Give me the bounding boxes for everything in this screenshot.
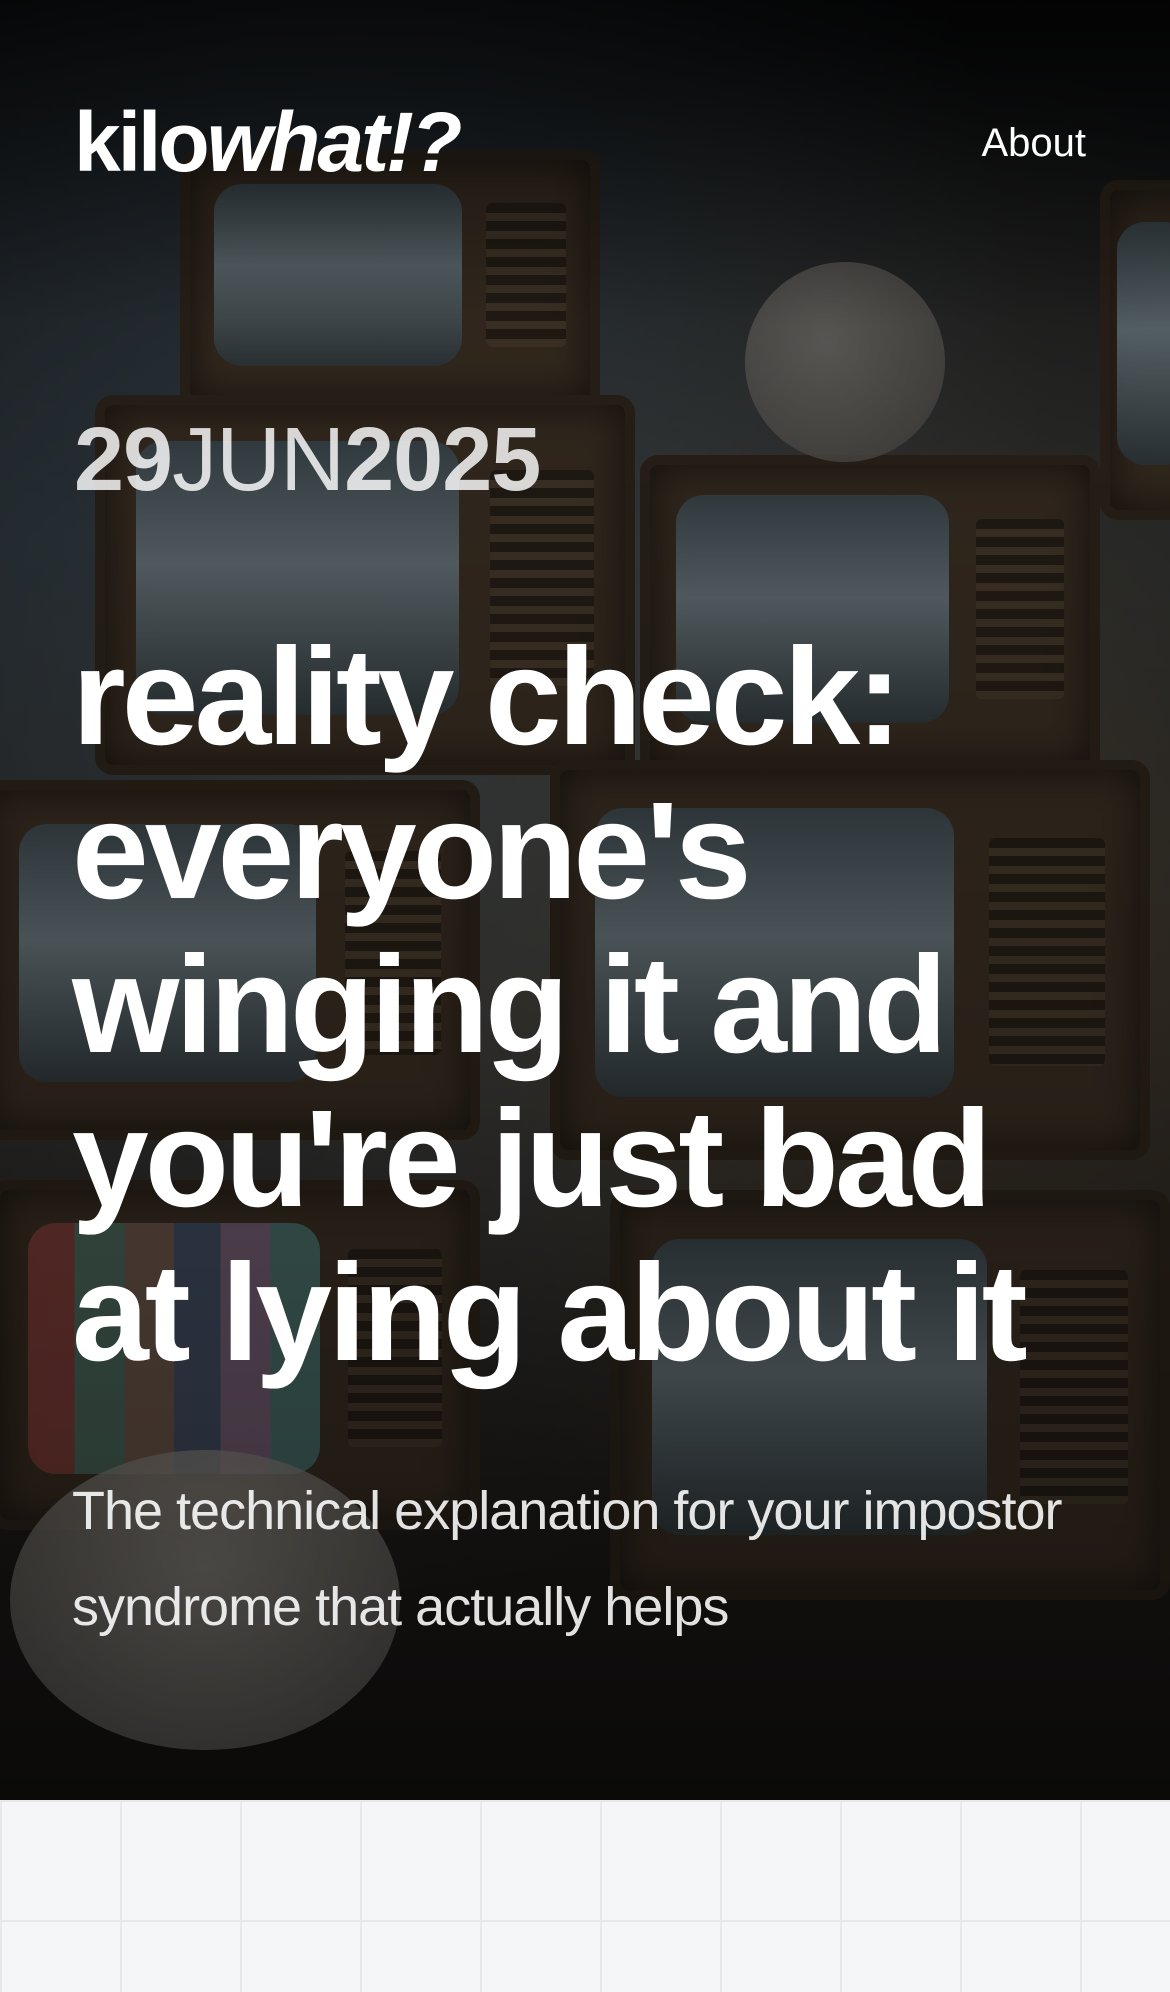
site-header: kilowhat!? About bbox=[74, 92, 1086, 192]
content-grid-background bbox=[0, 1800, 1170, 1992]
post-title: reality check: everyone's winging it and… bbox=[72, 620, 1028, 1390]
post-date-month: JUN bbox=[172, 410, 345, 510]
post-date-day: 29 bbox=[74, 410, 173, 510]
logo-text-what: what!? bbox=[206, 95, 463, 189]
post-date: 29JUN2025 bbox=[74, 410, 541, 510]
site-logo[interactable]: kilowhat!? bbox=[74, 92, 463, 192]
nav-about-link[interactable]: About bbox=[981, 118, 1086, 168]
logo-text-kilo: kilo bbox=[74, 95, 210, 189]
post-subtitle: The technical explanation for your impos… bbox=[72, 1481, 1063, 1637]
post-date-year: 2025 bbox=[344, 410, 541, 510]
hero-section: kilowhat!? About 29JUN2025 reality check… bbox=[0, 0, 1170, 1800]
